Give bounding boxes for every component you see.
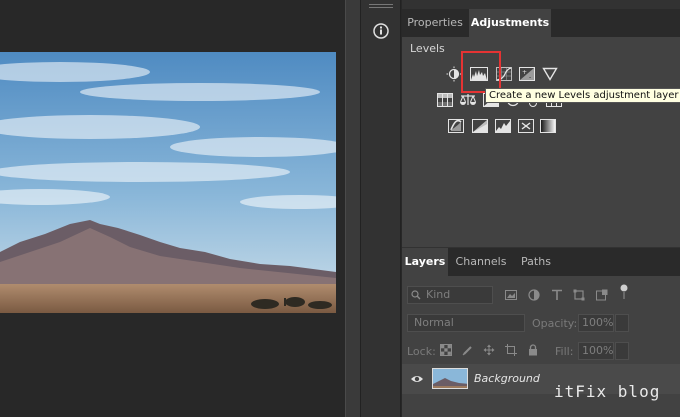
svg-text:+: + <box>522 69 527 76</box>
layer-filter-kind-label: Kind <box>426 288 451 301</box>
levels-tooltip: Create a new Levels adjustment layer <box>485 88 680 103</box>
tab-properties[interactable]: Properties <box>402 9 468 37</box>
adjustments-panel: Levels + - Create a new Levels adjustmen… <box>402 37 680 247</box>
opacity-dropdown[interactable] <box>615 314 629 332</box>
levels-icon[interactable] <box>469 65 489 83</box>
lock-position-icon[interactable] <box>482 343 496 357</box>
adjustments-section-title: Levels <box>410 42 445 55</box>
tab-paths[interactable]: Paths <box>514 248 558 276</box>
opacity-value: 100% <box>582 316 614 329</box>
dock-grip[interactable] <box>369 4 393 8</box>
lock-transparent-pixels-icon[interactable] <box>439 343 453 357</box>
lock-label: Lock: <box>407 345 436 358</box>
layer-thumbnail <box>432 368 468 389</box>
tab-layers[interactable]: Layers <box>402 248 448 276</box>
eye-visibility-icon[interactable] <box>410 374 424 384</box>
posterize-icon[interactable] <box>470 117 490 135</box>
watermark-text: itFix blog <box>554 382 661 401</box>
fill-label: Fill: <box>555 345 574 358</box>
opacity-label: Opacity: <box>532 317 578 330</box>
filter-shape-icon[interactable] <box>572 288 586 302</box>
invert-icon[interactable] <box>446 117 466 135</box>
lock-artboard-icon[interactable] <box>504 343 518 357</box>
exposure-icon[interactable]: + - <box>517 65 537 83</box>
filter-toggle-icon[interactable] <box>617 284 631 299</box>
brightness-contrast-icon[interactable] <box>444 65 464 83</box>
document-canvas[interactable] <box>0 0 345 417</box>
canvas-photo <box>0 52 336 313</box>
gradient-map-icon[interactable] <box>538 117 558 135</box>
info-panel-button[interactable] <box>368 19 394 43</box>
curves-icon[interactable] <box>494 65 514 83</box>
blend-mode-select[interactable]: Normal <box>407 314 525 332</box>
layer-name: Background <box>474 372 540 385</box>
fill-dropdown[interactable] <box>615 342 629 360</box>
info-icon <box>373 23 389 39</box>
hue-saturation-icon[interactable] <box>435 91 455 109</box>
search-icon <box>411 290 421 300</box>
filter-adjustment-icon[interactable] <box>527 288 541 302</box>
right-panels: Properties Adjustments Levels + - Create… <box>402 0 680 417</box>
filter-pixel-icon[interactable] <box>504 288 518 302</box>
selective-color-icon[interactable] <box>516 117 536 135</box>
lock-all-icon[interactable] <box>526 343 540 357</box>
vertical-scrollbar[interactable] <box>345 0 360 417</box>
color-balance-icon[interactable] <box>458 91 478 109</box>
fill-value: 100% <box>582 344 614 357</box>
filter-type-icon[interactable] <box>550 288 564 302</box>
panel-dock <box>360 0 401 417</box>
lock-image-pixels-icon[interactable] <box>461 343 475 357</box>
tab-channels[interactable]: Channels <box>450 248 512 276</box>
filter-smart-object-icon[interactable] <box>595 288 609 302</box>
opacity-input[interactable]: 100% <box>578 314 614 332</box>
vibrance-triangle-icon[interactable] <box>540 65 560 83</box>
adjustments-tabbar: Properties Adjustments <box>402 9 680 37</box>
blend-mode-value: Normal <box>414 316 454 329</box>
svg-text:-: - <box>529 74 531 81</box>
fill-input[interactable]: 100% <box>578 342 614 360</box>
layers-tabbar: Layers Channels Paths <box>402 248 680 276</box>
threshold-icon[interactable] <box>493 117 513 135</box>
tab-adjustments[interactable]: Adjustments <box>469 9 551 37</box>
